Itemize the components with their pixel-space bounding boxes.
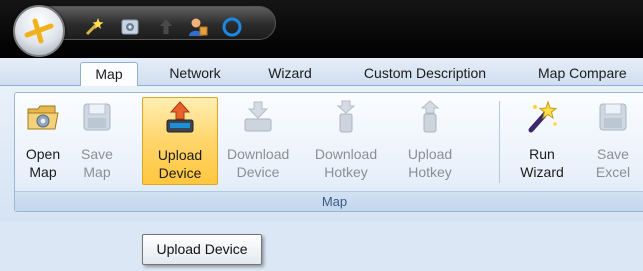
title-bar	[0, 0, 643, 58]
upload-hotkey-icon	[420, 100, 440, 133]
download-hotkey-icon	[336, 100, 356, 133]
download-device-icon	[244, 101, 272, 132]
upload-device-label: Upload Device	[157, 147, 203, 181]
tooltip: Upload Device	[142, 234, 262, 265]
download-device-button[interactable]: Download Device	[227, 97, 289, 185]
app-logo-icon	[24, 18, 54, 44]
ribbon-group-label: Map	[15, 191, 643, 211]
open-map-button[interactable]: Open Map	[21, 97, 65, 185]
upload-hotkey-button[interactable]: Upload Hotkey	[401, 97, 459, 185]
tab-wizard[interactable]: Wizard	[250, 62, 330, 87]
save-excel-icon	[599, 103, 627, 131]
save-excel-button[interactable]: Save Excel	[589, 97, 637, 185]
magic-wand-icon	[528, 100, 558, 133]
circle-icon[interactable]	[221, 16, 243, 38]
user-icon[interactable]	[187, 16, 209, 38]
save-map-icon	[83, 103, 111, 131]
tab-map[interactable]: Map	[80, 62, 138, 87]
tab-map-compare[interactable]: Map Compare	[524, 62, 643, 87]
upload-device-button[interactable]: Upload Device	[142, 97, 218, 185]
upload-device-icon	[166, 101, 194, 133]
settings-icon[interactable]	[119, 16, 141, 38]
quick-access-toolbar	[44, 6, 276, 40]
ribbon-panel: Open Map Save Map Upload Device Download…	[0, 86, 643, 222]
save-excel-label: Save Excel	[595, 146, 631, 180]
wizard-icon[interactable]	[83, 16, 105, 38]
save-map-button[interactable]: Save Map	[75, 97, 119, 185]
ribbon-tab-bar: Map Network Wizard Custom Description Ma…	[0, 58, 643, 87]
run-wizard-button[interactable]: Run Wizard	[512, 97, 572, 185]
ribbon-separator	[499, 101, 500, 183]
open-map-icon	[27, 105, 59, 130]
open-map-label: Open Map	[25, 146, 61, 180]
save-map-label: Save Map	[81, 146, 113, 180]
tab-network[interactable]: Network	[152, 62, 238, 87]
download-hotkey-button[interactable]: Download Hotkey	[313, 97, 379, 185]
app-menu-button[interactable]	[13, 5, 65, 57]
upload-hotkey-label: Upload Hotkey	[407, 146, 453, 180]
upload-icon	[160, 19, 172, 34]
run-wizard-label: Run Wizard	[520, 146, 564, 180]
ribbon-group-map: Open Map Save Map Upload Device Download…	[14, 92, 643, 212]
download-hotkey-label: Download Hotkey	[314, 146, 378, 180]
tab-custom-description[interactable]: Custom Description	[342, 62, 508, 87]
download-device-label: Download Device	[227, 146, 290, 180]
